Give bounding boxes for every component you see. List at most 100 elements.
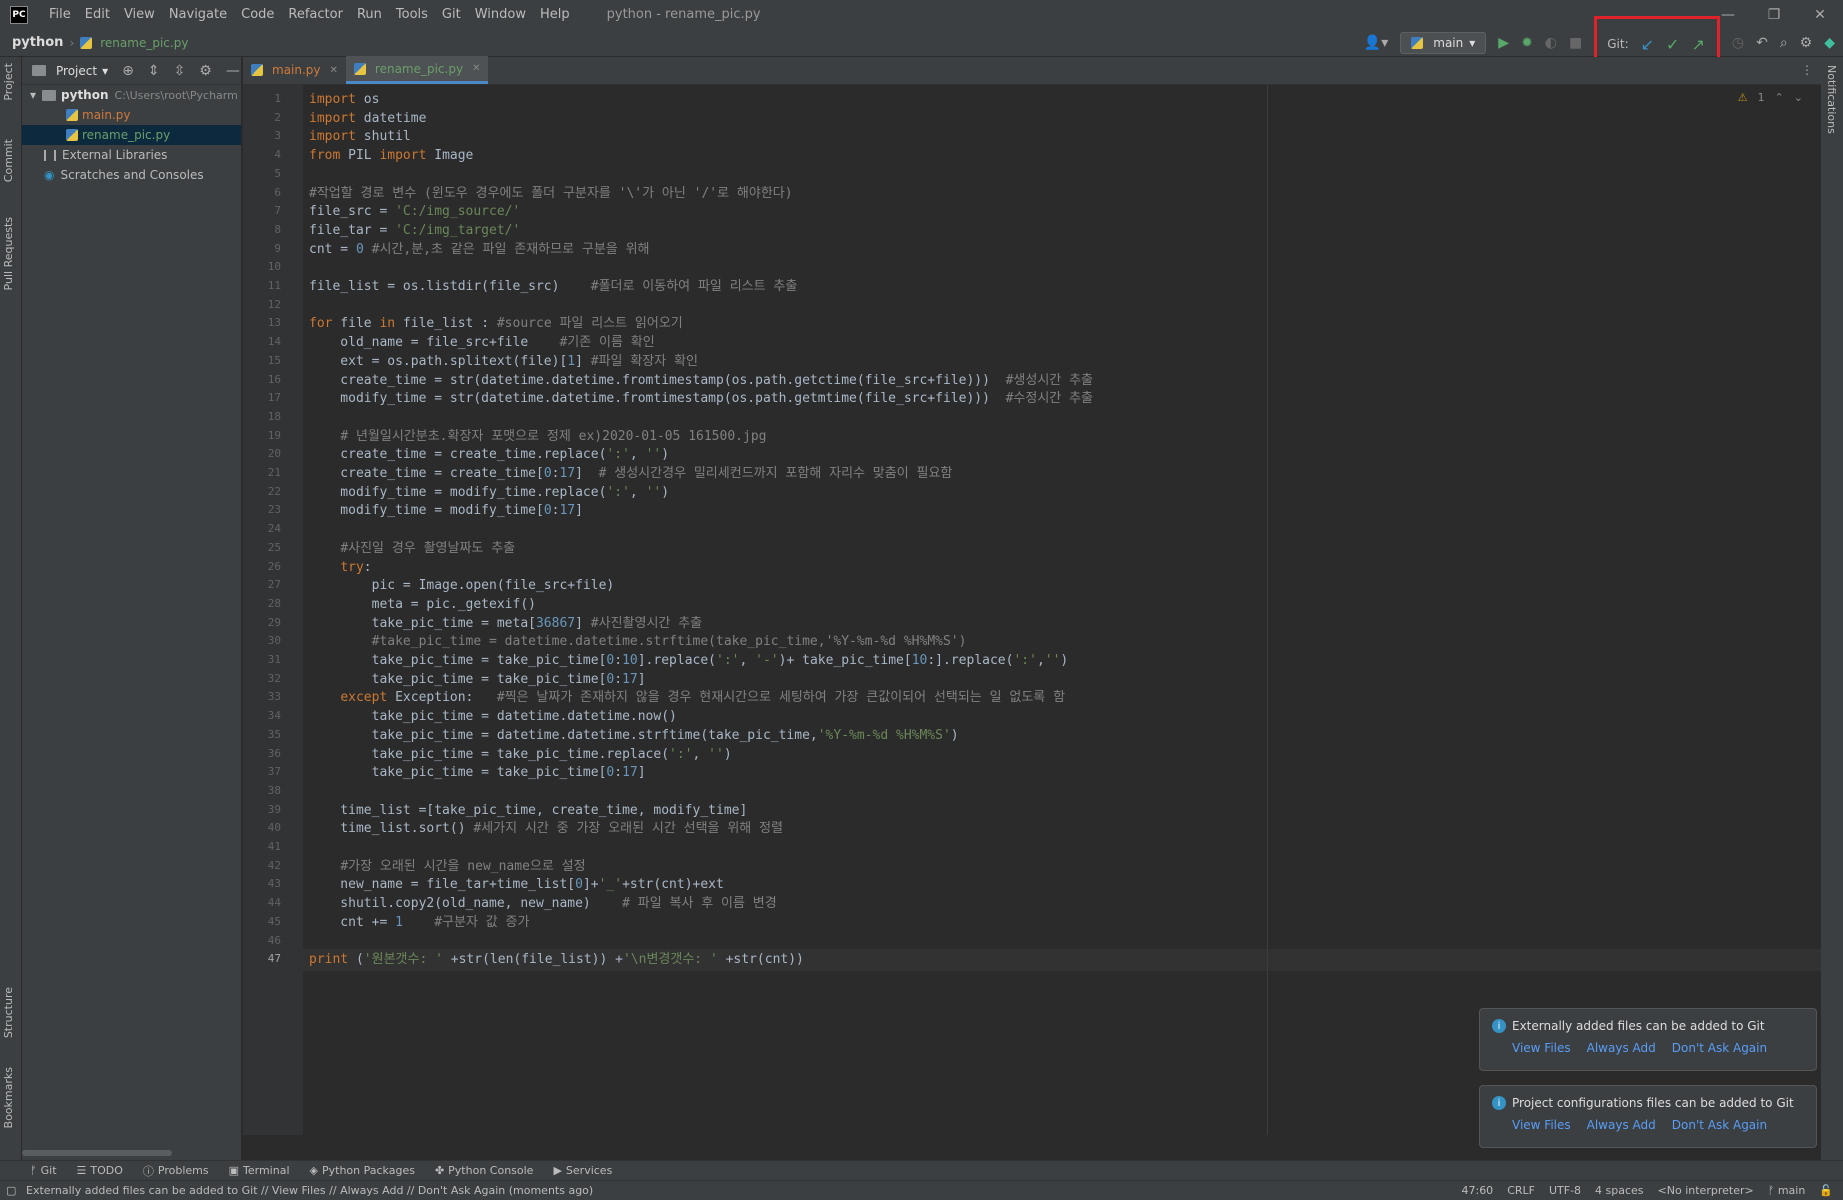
menu-git[interactable]: Git [435,7,468,22]
menu-file[interactable]: File [42,7,78,22]
chevron-down-icon[interactable]: ⌄ [1794,91,1803,104]
status-branch[interactable]: ᚠ main [1768,1184,1806,1197]
tree-item-scratches[interactable]: ◉ Scratches and Consoles [22,165,241,185]
status-toggle-icon[interactable]: ▢ [6,1184,16,1197]
menu-help[interactable]: Help [533,7,577,22]
menu-edit[interactable]: Edit [78,7,117,22]
menu-view[interactable]: View [117,7,162,22]
gear-icon[interactable]: ⚙ [1800,35,1813,51]
tool-tab-commit[interactable]: Commit [2,139,15,182]
bottom-tab-python-packages[interactable]: ◈ Python Packages [310,1164,415,1177]
line-number: 7 [274,204,281,218]
menu-run[interactable]: Run [350,7,389,22]
hide-icon[interactable]: — [226,63,240,79]
gear-icon[interactable]: ⚙ [199,63,212,79]
line-number: 38 [267,783,281,797]
right-margin-guide [1267,85,1268,1135]
menu-refactor[interactable]: Refactor [281,7,350,22]
tree-root[interactable]: ▾ python C:\Users\root\Pycharm [22,85,241,105]
bottom-tab-python-console[interactable]: ✤ Python Console [435,1164,534,1177]
rollback-icon[interactable]: ↶ [1756,35,1768,51]
python-icon: ✤ [434,1164,445,1177]
menu-window[interactable]: Window [468,7,533,22]
view-files-link[interactable]: View Files [1512,1041,1571,1055]
breadcrumb-project[interactable]: python [12,35,63,50]
view-files-link[interactable]: View Files [1512,1118,1571,1132]
line-number: 17 [267,391,281,405]
list-icon: ☰ [76,1164,87,1177]
tree-item-rename-pic-py[interactable]: rename_pic.py [22,125,241,145]
line-separator[interactable]: CRLF [1507,1184,1535,1197]
always-add-link[interactable]: Always Add [1587,1041,1656,1055]
history-icon[interactable]: ◷ [1732,35,1744,51]
close-tab-icon[interactable]: ✕ [330,65,338,76]
bottom-tab-terminal[interactable]: ▣ Terminal [229,1164,290,1177]
locate-icon[interactable]: ⊕ [122,63,134,79]
tool-tab-project[interactable]: Project [2,63,15,101]
line-number: 34 [267,709,281,723]
tab-main-py[interactable]: main.py ✕ [243,56,346,84]
run-icon[interactable]: ▶ [1498,35,1509,51]
line-number: 41 [267,840,281,853]
bottom-tab-todo[interactable]: ☰ TODO [77,1164,123,1177]
bottom-tab-services[interactable]: ▶ Services [553,1164,612,1177]
jetbrains-icon[interactable]: ◆ [1824,35,1835,51]
horizontal-scrollbar[interactable] [22,1150,172,1156]
tree-item-external-libraries[interactable]: External Libraries [22,145,241,165]
interpreter-selector[interactable]: <No interpreter> [1658,1184,1754,1197]
line-number: 2 [274,110,281,124]
inspection-widget[interactable]: ⚠ 1 ⌃ ⌄ [1738,91,1803,104]
status-bar: ▢ Externally added files can be added to… [0,1180,1843,1200]
line-number: 39 [267,802,281,816]
search-icon[interactable]: ⌕ [1780,35,1788,51]
branch-icon: ᚠ [30,1164,37,1177]
lock-icon[interactable]: 🔓 [1819,1184,1833,1197]
indent-setting[interactable]: 4 spaces [1595,1184,1644,1197]
dont-ask-again-link[interactable]: Don't Ask Again [1672,1041,1767,1055]
close-tab-icon[interactable]: ✕ [472,63,480,74]
line-number: 43 [267,877,281,891]
chevron-down-icon: ▾ [1469,36,1476,50]
line-number: 25 [267,540,281,554]
tab-rename-pic-py[interactable]: rename_pic.py ✕ [345,56,489,84]
git-push-icon[interactable]: ↗ [1691,35,1704,54]
code-line: from PIL import Image [309,148,474,164]
menu-code[interactable]: Code [234,7,281,22]
git-commit-icon[interactable]: ✓ [1666,35,1679,54]
git-update-icon[interactable]: ↙ [1641,35,1654,54]
bottom-tab-problems[interactable]: ⓘ Problems [143,1163,209,1179]
breadcrumb-file[interactable]: rename_pic.py [80,36,188,50]
tool-tab-bookmarks[interactable]: Bookmarks [2,1067,15,1128]
tool-tab-pull-requests[interactable]: Pull Requests [2,217,15,290]
tree-item-main-py[interactable]: main.py [22,105,241,125]
always-add-link[interactable]: Always Add [1587,1118,1656,1132]
ide-window: PC File Edit View Navigate Code Refactor… [0,0,1843,1200]
chevron-up-icon[interactable]: ⌃ [1775,91,1784,104]
coverage-icon[interactable]: ◐ [1545,35,1557,51]
collapse-all-icon[interactable]: ⇳ [174,63,186,79]
user-icon[interactable]: 👤▾ [1364,35,1388,51]
bottom-tab-git[interactable]: ᚠ Git [30,1164,57,1177]
line-number: 4 [274,148,281,162]
close-icon[interactable]: ✕ [1797,0,1843,29]
stop-icon[interactable]: ■ [1569,35,1582,51]
info-icon: i [1492,1096,1506,1110]
right-tool-strip: Notifications [1821,57,1843,1160]
caret-position[interactable]: 47:60 [1461,1184,1493,1197]
more-icon[interactable]: ⋮ [1801,63,1813,77]
dont-ask-again-link[interactable]: Don't Ask Again [1672,1118,1767,1132]
restore-icon[interactable]: ❐ [1751,0,1797,29]
tool-tab-structure[interactable]: Structure [2,987,15,1038]
file-encoding[interactable]: UTF-8 [1549,1184,1581,1197]
project-panel-title[interactable]: Project ▾ [32,64,108,78]
status-message[interactable]: Externally added files can be added to G… [26,1184,593,1197]
expand-all-icon[interactable]: ⇕ [148,63,160,79]
code-line: file_list = os.listdir(file_src) #폴더로 이동… [309,279,798,294]
code-area[interactable]: import os import datetime import shutil fro… [303,85,1833,1135]
run-config-selector[interactable]: main ▾ [1400,32,1487,54]
tool-tab-notifications[interactable]: Notifications [1825,65,1838,134]
python-file-icon [66,129,78,141]
menu-tools[interactable]: Tools [389,7,435,22]
menu-navigate[interactable]: Navigate [162,7,234,22]
debug-icon[interactable]: ✹ [1521,35,1533,51]
